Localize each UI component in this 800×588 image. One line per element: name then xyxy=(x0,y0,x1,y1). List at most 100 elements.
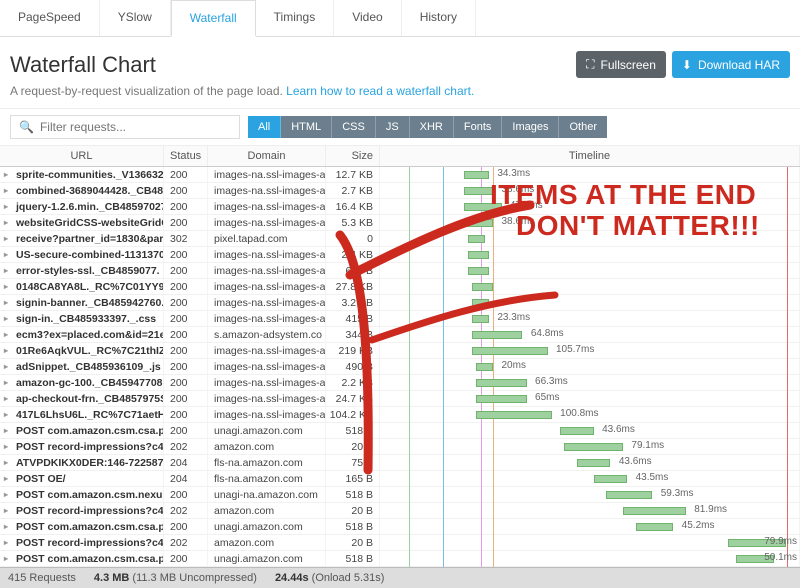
request-row[interactable]: POST com.amazon.csm.csa.pr200unagi.amazo… xyxy=(0,423,800,439)
summary-footer: 415 Requests 4.3 MB (11.3 MB Uncompresse… xyxy=(0,567,800,588)
cell-domain: amazon.com xyxy=(208,503,326,518)
timing-bar xyxy=(472,315,489,323)
request-row[interactable]: jquery-1.2.6.min._CB48597027200images-na… xyxy=(0,199,800,215)
request-row[interactable]: 0148CA8YA8L._RC%7C01YY99200images-na.ssl… xyxy=(0,279,800,295)
cell-status: 200 xyxy=(164,199,208,214)
request-row[interactable]: 417L6LhsU6L._RC%7C71aetHf200images-na.ss… xyxy=(0,407,800,423)
description-link[interactable]: Learn how to read a waterfall chart. xyxy=(286,84,474,98)
request-row[interactable]: POST com.amazon.csm.csa.pr200unagi.amazo… xyxy=(0,519,800,535)
timing-label: 34.3ms xyxy=(497,168,530,179)
fullscreen-button[interactable]: ⛶ Fullscreen xyxy=(576,51,666,78)
cell-timeline: 81.9ms xyxy=(380,503,800,518)
cell-status: 200 xyxy=(164,487,208,502)
cell-timeline: 65ms xyxy=(380,391,800,406)
request-row[interactable]: amazon-gc-100._CB45947708200images-na.ss… xyxy=(0,375,800,391)
cell-timeline xyxy=(380,263,800,278)
filter-images[interactable]: Images xyxy=(502,116,559,138)
request-row[interactable]: adSnippet._CB485936109_.js200images-na.s… xyxy=(0,359,800,375)
filter-other[interactable]: Other xyxy=(559,116,607,138)
cell-status: 202 xyxy=(164,503,208,518)
cell-status: 200 xyxy=(164,167,208,182)
cell-status: 200 xyxy=(164,343,208,358)
filter-html[interactable]: HTML xyxy=(281,116,332,138)
request-row[interactable]: POST record-impressions?c4i202amazon.com… xyxy=(0,535,800,551)
cell-status: 200 xyxy=(164,311,208,326)
timing-bar xyxy=(577,459,611,467)
cell-domain: fls-na.amazon.com xyxy=(208,455,326,470)
request-row[interactable]: combined-3689044428._CB485200images-na.s… xyxy=(0,183,800,199)
request-row[interactable]: sprite-communities._V1366324200images-na… xyxy=(0,167,800,183)
timing-bar xyxy=(472,347,547,355)
cell-size: 415 B xyxy=(326,311,380,326)
request-row[interactable]: POST com.amazon.csm.csa.pr200unagi.amazo… xyxy=(0,551,800,567)
download-har-button[interactable]: ⬇ Download HAR xyxy=(672,51,790,78)
tab-history[interactable]: History xyxy=(402,0,476,36)
request-row[interactable]: POST OE/204fls-na.amazon.com165 B43.5ms xyxy=(0,471,800,487)
filter-fonts[interactable]: Fonts xyxy=(454,116,503,138)
cell-size: 2.4 KB xyxy=(326,247,380,262)
cell-status: 204 xyxy=(164,455,208,470)
cell-size: 624 B xyxy=(326,263,380,278)
timing-bar xyxy=(472,283,493,291)
tab-yslow[interactable]: YSlow xyxy=(100,0,171,36)
filter-xhr[interactable]: XHR xyxy=(410,116,454,138)
cell-status: 200 xyxy=(164,279,208,294)
cell-url: sprite-communities._V1366324 xyxy=(0,167,164,182)
col-size[interactable]: Size xyxy=(326,146,380,166)
cell-timeline: 47.5ms xyxy=(380,199,800,214)
timing-label: 105.7ms xyxy=(556,344,594,355)
col-domain[interactable]: Domain xyxy=(208,146,326,166)
cell-domain: s.amazon-adsystem.co xyxy=(208,327,326,342)
tab-waterfall[interactable]: Waterfall xyxy=(171,0,256,37)
request-row[interactable]: 01Re6AqkVUL._RC%7C21thIZ.200images-na.ss… xyxy=(0,343,800,359)
cell-timeline: 45.2ms xyxy=(380,519,800,534)
tab-video[interactable]: Video xyxy=(334,0,401,36)
request-row[interactable]: error-styles-ssl._CB4859077.200images-na… xyxy=(0,263,800,279)
cell-url: receive?partner_id=1830&part xyxy=(0,231,164,246)
filter-css[interactable]: CSS xyxy=(332,116,376,138)
request-row[interactable]: POST record-impressions?c4i202amazon.com… xyxy=(0,503,800,519)
cell-size: 27.8 KB xyxy=(326,279,380,294)
tab-pagespeed[interactable]: PageSpeed xyxy=(0,0,100,36)
request-row[interactable]: signin-banner._CB485942760._200images-na… xyxy=(0,295,800,311)
timing-bar xyxy=(476,411,551,419)
filter-js[interactable]: JS xyxy=(376,116,410,138)
cell-status: 200 xyxy=(164,375,208,390)
request-row[interactable]: websiteGridCSS-websiteGridC200images-na.… xyxy=(0,215,800,231)
request-row[interactable]: ecm3?ex=placed.com&id=21ef200s.amazon-ad… xyxy=(0,327,800,343)
cell-domain: images-na.ssl-images-a xyxy=(208,391,326,406)
cell-domain: amazon.com xyxy=(208,535,326,550)
tab-timings[interactable]: Timings xyxy=(256,0,335,36)
col-status[interactable]: Status xyxy=(164,146,208,166)
download-label: Download HAR xyxy=(698,58,780,72)
cell-domain: unagi-na.amazon.com xyxy=(208,487,326,502)
cell-url: amazon-gc-100._CB45947708 xyxy=(0,375,164,390)
cell-timeline: 43.6ms xyxy=(380,423,800,438)
filter-search[interactable]: 🔍 xyxy=(10,115,240,139)
timing-label: 45.2ms xyxy=(682,520,715,531)
request-row[interactable]: receive?partner_id=1830&part302pixel.tap… xyxy=(0,231,800,247)
header-buttons: ⛶ Fullscreen ⬇ Download HAR xyxy=(576,51,790,78)
cell-domain: amazon.com xyxy=(208,439,326,454)
page-title: Waterfall Chart xyxy=(10,52,156,78)
col-url[interactable]: URL xyxy=(0,146,164,166)
cell-timeline: 43.6ms xyxy=(380,455,800,470)
request-row[interactable]: ATVPDKIKX0DER:146-722587?204fls-na.amazo… xyxy=(0,455,800,471)
request-row[interactable]: sign-in._CB485933397._.css200images-na.s… xyxy=(0,311,800,327)
cell-size: 490 B xyxy=(326,359,380,374)
cell-status: 204 xyxy=(164,471,208,486)
filter-input[interactable] xyxy=(40,120,231,134)
cell-domain: images-na.ssl-images-a xyxy=(208,199,326,214)
cell-size: 24.7 KB xyxy=(326,391,380,406)
timing-bar xyxy=(464,219,493,227)
request-row[interactable]: POST record-impressions?c4i202amazon.com… xyxy=(0,439,800,455)
col-timeline[interactable]: Timeline xyxy=(380,146,800,166)
timing-label: 38.6ms xyxy=(502,216,535,227)
cell-url: POST com.amazon.csm.csa.pr xyxy=(0,423,164,438)
timing-label: 79.1ms xyxy=(631,440,664,451)
request-row[interactable]: US-secure-combined-11313707200images-na.… xyxy=(0,247,800,263)
request-row[interactable]: POST com.amazon.csm.nexus200unagi-na.ama… xyxy=(0,487,800,503)
filter-all[interactable]: All xyxy=(248,116,281,138)
filter-row: 🔍 AllHTMLCSSJSXHRFontsImagesOther xyxy=(0,108,800,146)
request-row[interactable]: ap-checkout-frn._CB4857975S200images-na.… xyxy=(0,391,800,407)
